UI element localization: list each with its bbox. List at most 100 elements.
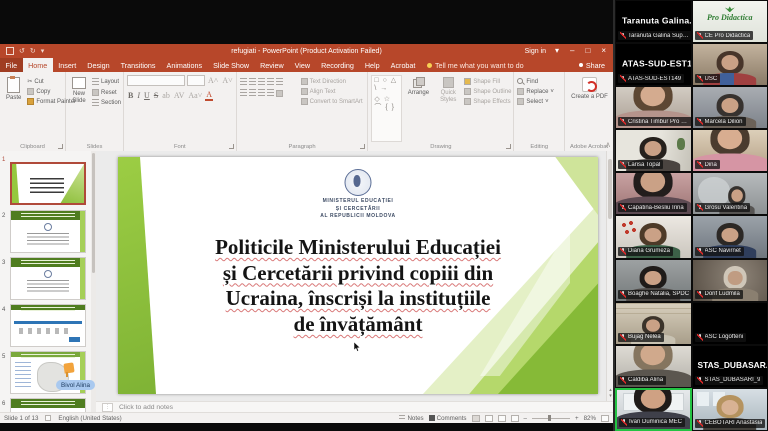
tell-me-box[interactable]: Tell me what you want to do [421,58,530,72]
character-spacing-icon[interactable]: AV [173,91,186,100]
undo-icon[interactable]: ↺ [19,47,25,55]
slide-thumbnail-1[interactable] [10,162,86,205]
new-slide-button[interactable]: New Slide [69,75,89,142]
comments-toggle[interactable]: Comments [429,415,467,422]
shape-fill-button[interactable]: Shape Fill [464,78,511,85]
font-size-box[interactable] [187,75,205,86]
columns-icon[interactable] [276,90,283,97]
find-button[interactable]: Find [517,78,554,85]
grow-font-icon[interactable]: A˄ [207,76,219,85]
slide-thumbnail-4[interactable] [10,304,86,347]
tab-file[interactable]: File [0,58,23,72]
tab-help[interactable]: Help [359,58,385,72]
fit-slide-to-window-icon[interactable] [601,415,609,422]
participant-tile[interactable]: ASC Navirnet [692,215,768,258]
participant-tile[interactable]: Pro Didactica CE Pro Didactica [692,0,768,43]
collapse-ribbon-icon[interactable]: ᐱ [606,142,610,149]
font-color-button[interactable]: A [205,90,213,101]
tab-home[interactable]: Home [23,58,53,72]
slide-thumbnail-2[interactable] [10,210,86,253]
zoom-slider[interactable] [532,418,570,419]
zoom-percent[interactable]: 82% [584,415,596,422]
redo-icon[interactable]: ↻ [30,47,36,55]
tab-acrobat[interactable]: Acrobat [385,58,421,72]
align-text-button[interactable]: Align Text [301,88,363,95]
tab-slide-show[interactable]: Slide Show [208,58,255,72]
zoom-out-icon[interactable]: – [524,415,527,422]
participant-tile[interactable]: Marcela Dilion [692,86,768,129]
reading-view-button[interactable] [498,415,506,422]
align-left-icon[interactable] [240,89,247,97]
quick-styles-button[interactable]: Quick Styles [435,75,461,142]
participant-tile[interactable]: Diana Grumeza [615,215,692,258]
participant-tile-active-speaker[interactable]: Ivan Duminica MEC [615,388,692,431]
create-pdf-button[interactable]: Create a PDF [568,75,611,142]
ribbon-display-options-icon[interactable]: ▾ [553,47,561,55]
strikethrough-button[interactable]: S [153,91,159,100]
slide-title[interactable]: Politicile Ministerului Educației și Cer… [148,235,568,337]
text-direction-button[interactable]: Text Direction [301,78,363,85]
slideshow-button[interactable] [511,415,519,422]
participant-tile[interactable]: Larisa Topal [615,129,692,172]
participant-tile[interactable]: ATAS-SUD-EST1... ATAS-SUD-EST149 [615,43,692,86]
participant-tile[interactable]: ASC Logofteni [692,302,768,345]
paragraph-dialog-launcher-icon[interactable] [360,144,365,149]
shape-effects-button[interactable]: Shape Effects [464,98,511,105]
qat-dropdown-icon[interactable]: ▾ [41,47,45,55]
tab-animations[interactable]: Animations [161,58,208,72]
slide-thumbnail-3[interactable] [10,257,86,300]
tab-design[interactable]: Design [82,58,115,72]
arrange-button[interactable]: Arrange [405,75,432,142]
replace-button[interactable]: Replace ˅ [517,88,554,95]
slide-sorter-view-button[interactable] [485,415,493,422]
shapes-gallery[interactable]: □ ○ △ \ → [374,77,398,93]
increase-indent-icon[interactable] [267,78,274,86]
tab-recording[interactable]: Recording [316,58,360,72]
participant-tile[interactable]: Bujag Nelea [615,302,692,345]
participant-tile[interactable]: USC [692,43,768,86]
font-dialog-launcher-icon[interactable] [229,144,234,149]
quick-access-toolbar[interactable]: ↺ ↻ ▾ [0,47,50,55]
line-spacing-icon[interactable] [276,78,283,86]
coauthor-presence-label[interactable]: Bivol Alina [56,380,95,390]
notes-placeholder[interactable]: Click to add notes [119,404,173,411]
participant-tile[interactable]: Caldiba Alina [615,345,692,388]
shapes-gallery-row2[interactable]: ◇ ☆ ⌒ { } [374,96,398,112]
current-slide[interactable]: MINISTERUL EDUCAȚIEI ȘI CERCETĂRII AL RE… [118,157,598,394]
shape-outline-button[interactable]: Shape Outline [464,88,511,95]
reset-button[interactable]: Reset [92,89,121,96]
participant-tile[interactable]: Capatina-Besliu Irina [615,172,692,215]
section-button[interactable]: Section [92,99,121,107]
clipboard-dialog-launcher-icon[interactable] [58,144,63,149]
bold-button[interactable]: B [127,91,134,100]
justify-icon[interactable] [267,89,274,97]
font-name-box[interactable] [127,75,185,86]
notes-toggle[interactable]: Notes [399,415,423,422]
italic-button[interactable]: I [136,91,141,100]
participant-tile[interactable]: CEBOTARI Anastasia [692,388,768,431]
participant-tile[interactable]: Dorif Ludmila [692,259,768,302]
tab-transitions[interactable]: Transitions [115,58,161,72]
zoom-in-icon[interactable]: + [575,415,579,422]
participant-tile[interactable]: Dina [692,129,768,172]
change-case-icon[interactable]: Aa˅ [187,91,203,100]
participant-tile[interactable]: Taranuta Galina... Taranuta Galina Super… [615,0,692,43]
maximize-button[interactable]: □ [583,47,592,55]
align-center-icon[interactable] [249,89,256,97]
language-indicator[interactable]: English (United States) [58,415,121,422]
tab-insert[interactable]: Insert [53,58,82,72]
paste-button[interactable]: Paste [3,75,24,142]
notes-splitter-icon[interactable]: ⋮ [102,403,113,412]
share-button[interactable]: Share [571,58,613,72]
sign-in-button[interactable]: Sign in [525,48,546,55]
shrink-font-icon[interactable]: A˅ [221,76,233,85]
slide-thumbnail-6[interactable] [10,398,86,412]
participant-tile[interactable]: Grosu Valentina [692,172,768,215]
drawing-dialog-launcher-icon[interactable] [506,144,511,149]
bullets-icon[interactable] [240,78,247,86]
layout-button[interactable]: Layout [92,78,121,86]
minimize-button[interactable]: – [568,47,576,55]
tab-view[interactable]: View [289,58,315,72]
participant-tile[interactable]: Boaghe Natalia, SPDC [615,259,692,302]
normal-view-button[interactable] [472,415,480,422]
